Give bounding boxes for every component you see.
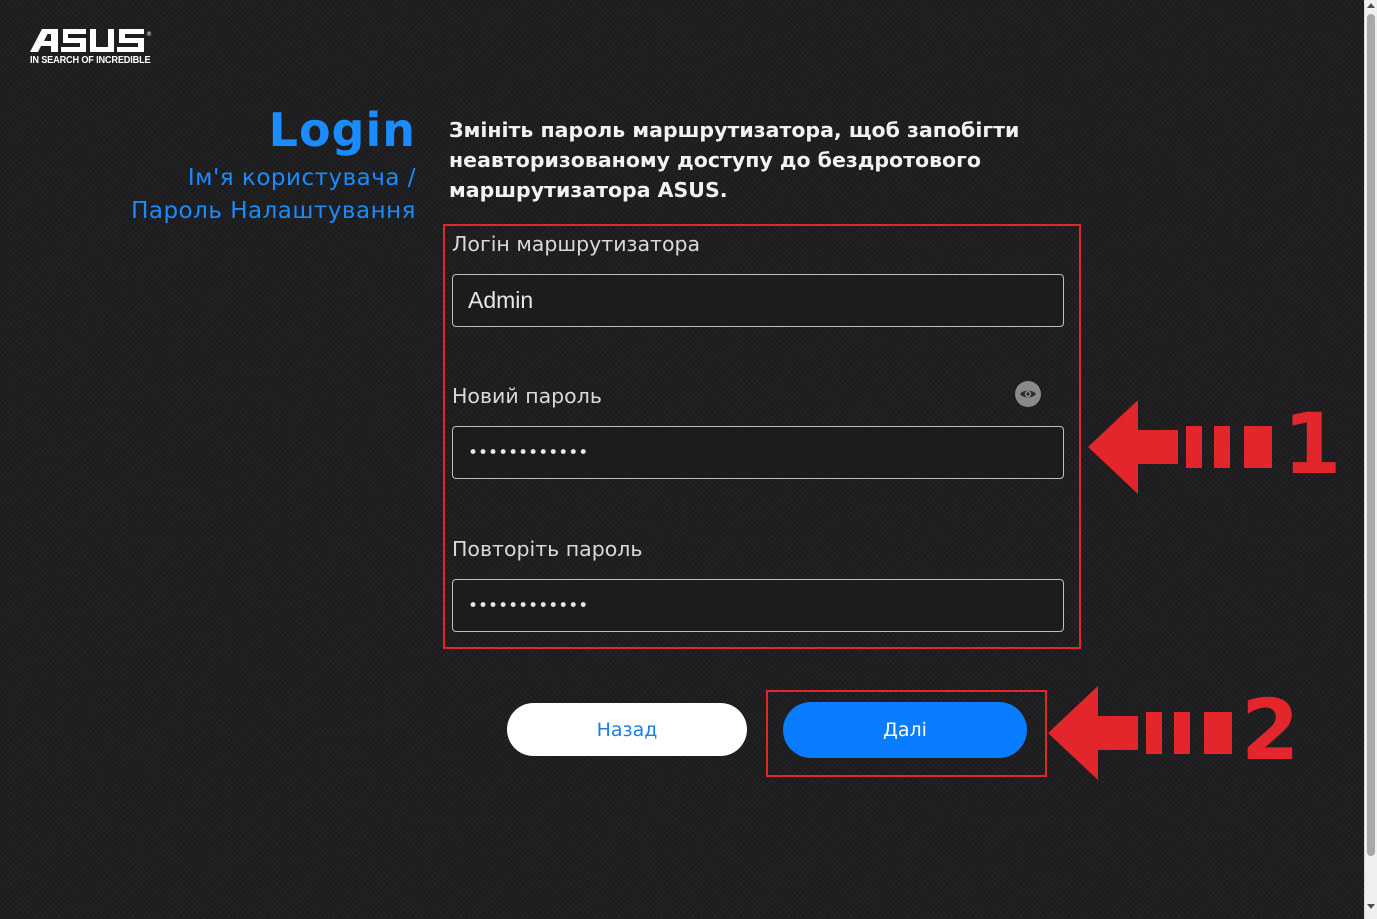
next-button[interactable]: Далі — [783, 702, 1027, 758]
new-password-field[interactable] — [452, 426, 1064, 479]
annotation-number-1: 1 — [1283, 395, 1342, 493]
confirm-password-label: Повторіть пароль — [452, 537, 643, 561]
scroll-up-icon[interactable] — [1367, 3, 1375, 8]
asus-wordmark-logo: ® — [30, 29, 152, 52]
svg-text:®: ® — [146, 31, 152, 38]
logo-tagline: IN SEARCH OF INCREDIBLE — [30, 55, 151, 66]
page-title: Login — [268, 103, 416, 157]
eye-icon[interactable] — [1015, 381, 1041, 407]
step-subtitle: Ім'я користувача / Пароль Налаштування — [131, 165, 416, 224]
asus-logo: ® IN SEARCH OF INCREDIBLE — [28, 26, 152, 70]
confirm-password-field[interactable] — [452, 579, 1064, 632]
scroll-down-icon[interactable] — [1367, 904, 1375, 909]
annotation-arrow-2-icon — [1048, 686, 1232, 780]
username-field[interactable] — [452, 274, 1064, 327]
annotation-arrow-1-icon — [1088, 400, 1272, 494]
step-title-block: Login Ім'я користувача / Пароль Налаштув… — [96, 100, 416, 228]
router-setup-page: ® IN SEARCH OF INCREDIBLE Login Ім'я кор… — [0, 0, 1377, 919]
annotation-number-2: 2 — [1241, 681, 1300, 779]
new-password-label: Новий пароль — [452, 384, 602, 408]
eye-icon-graphic — [1020, 390, 1036, 398]
scrollbar-thumb[interactable] — [1367, 14, 1375, 856]
username-label: Логін маршрутизатора — [452, 232, 701, 256]
back-button[interactable]: Назад — [507, 703, 747, 756]
form-description: Змініть пароль маршрутизатора, щоб запоб… — [449, 118, 1020, 202]
vertical-scrollbar[interactable] — [1364, 0, 1377, 919]
